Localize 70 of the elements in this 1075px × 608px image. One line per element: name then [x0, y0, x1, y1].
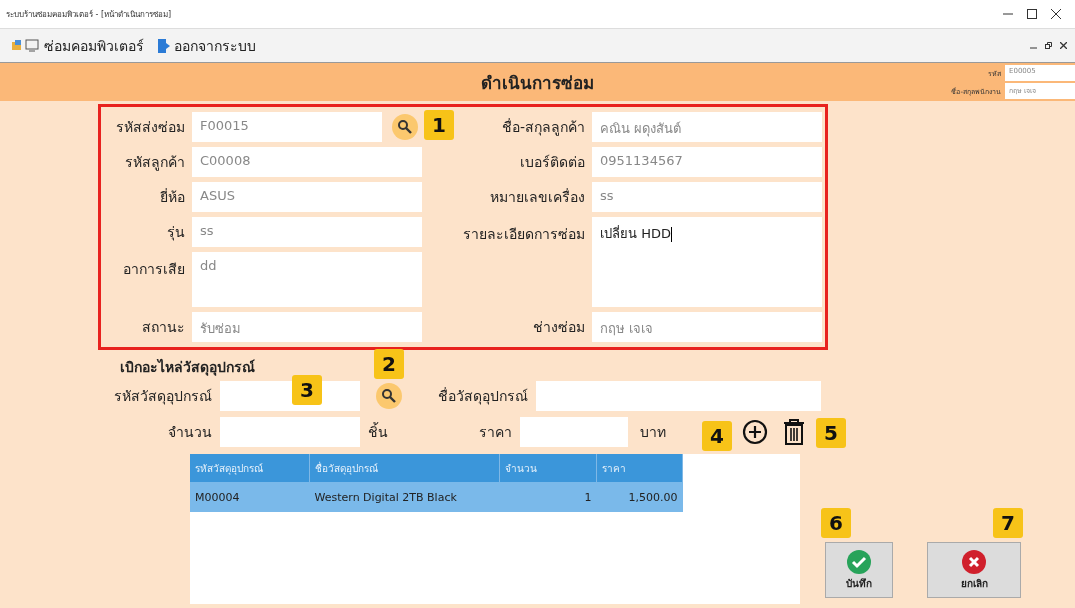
step-number-tooltip: 4 — [702, 421, 732, 451]
table-row[interactable]: M00004 Western Digital 2TB Black 1 1,500.00 — [190, 482, 683, 512]
window-title: ระบบร้านซ่อมคอมพิวเตอร์ - [หน้าดำเนินการซ่อม] — [6, 8, 173, 21]
field-label: รหัสส่งซ่อม — [116, 118, 185, 137]
field-label: รุ่น — [167, 223, 185, 243]
field-label: รหัสลูกค้า — [125, 153, 185, 173]
input-field[interactable] — [520, 417, 628, 447]
close-icon[interactable] — [1051, 9, 1061, 19]
text-area[interactable]: เปลี่ยน HDD — [592, 217, 822, 307]
app-icon — [12, 39, 40, 52]
search-button[interactable] — [376, 383, 402, 409]
step-number-tooltip: 7 — [993, 508, 1023, 538]
step-number-tooltip: 6 — [821, 508, 851, 538]
field-label: จำนวน — [167, 423, 212, 442]
page-title: ดำเนินการซ่อม — [481, 71, 594, 95]
save-button[interactable]: บันทึก — [825, 542, 893, 598]
trash-icon — [782, 418, 806, 446]
field-label: ช่างซ่อม — [533, 318, 585, 337]
field-label: รหัสวัสดุอุปกรณ์ — [113, 387, 212, 407]
column-header[interactable]: ชื่อวัสดุอุปกรณ์ — [309, 454, 500, 482]
add-button[interactable] — [742, 419, 768, 445]
field-label: หมายเลขเครื่อง — [490, 187, 585, 207]
table-cell: Western Digital 2TB Black — [309, 482, 500, 512]
close-icon[interactable] — [1060, 42, 1067, 49]
field-label: ชื่อวัสดุอุปกรณ์ — [437, 386, 528, 407]
column-header[interactable]: จำนวน — [499, 454, 597, 482]
input-field[interactable]: ss — [592, 182, 822, 212]
input-field[interactable] — [536, 381, 821, 411]
field-label: เบอร์ติดต่อ — [520, 153, 585, 172]
restore-icon[interactable] — [1045, 42, 1052, 49]
unit-label: บาท — [640, 423, 667, 442]
exit-icon — [158, 38, 170, 53]
field-label: อาการเสีย — [123, 260, 185, 279]
field-label: ยี่ห้อ — [160, 187, 185, 207]
table-cell: 1 — [499, 482, 597, 512]
input-field[interactable]: คณิน ผดุงสันต์ — [592, 112, 822, 142]
menu-item[interactable]: ซ่อมคอมพิวเตอร์ — [12, 34, 144, 57]
input-field[interactable] — [220, 417, 360, 447]
input-field[interactable]: ss — [192, 217, 422, 247]
search-button[interactable] — [392, 114, 418, 140]
field-label: ชื่อ-สกุลลูกค้า — [501, 117, 585, 138]
step-number-tooltip: 3 — [292, 375, 322, 405]
field-label: สถานะ — [142, 318, 185, 337]
step-number-tooltip: 1 — [424, 110, 454, 140]
input-field[interactable]: รับซ่อม — [192, 312, 422, 342]
table-cell: 1,500.00 — [596, 482, 683, 512]
search-icon — [381, 388, 397, 404]
cross-icon — [962, 549, 986, 574]
field-label: รายละเอียดการซ่อม — [463, 225, 585, 244]
input-field[interactable]: ASUS — [192, 182, 422, 212]
input-field[interactable]: C00008 — [192, 147, 422, 177]
column-header[interactable]: ราคา — [596, 454, 683, 482]
step-number-tooltip: 2 — [374, 349, 404, 379]
checkmark-icon — [847, 549, 871, 574]
cancel-button[interactable]: ยกเลิก — [927, 542, 1021, 598]
menu-item[interactable]: ออกจากระบบ — [158, 34, 256, 57]
delete-button[interactable] — [782, 418, 806, 446]
text-area[interactable]: dd — [192, 252, 422, 307]
input-field[interactable]: กฤษ เจเจ — [592, 312, 822, 342]
unit-label: ชิ้น — [368, 421, 389, 442]
column-header[interactable]: รหัสวัสดุอุปกรณ์ — [190, 454, 310, 482]
section-title: เบิกอะไหล่วัสดุอุปกรณ์ — [120, 358, 255, 378]
input-field[interactable]: F00015 — [192, 112, 382, 142]
input-field[interactable]: 0951134567 — [592, 147, 822, 177]
maximize-icon[interactable] — [1027, 9, 1037, 19]
plus-circle-icon — [742, 419, 768, 445]
search-icon — [397, 119, 413, 135]
field-label: ราคา — [478, 423, 512, 442]
step-number-tooltip: 5 — [816, 418, 846, 448]
table-cell: M00004 — [190, 482, 310, 512]
